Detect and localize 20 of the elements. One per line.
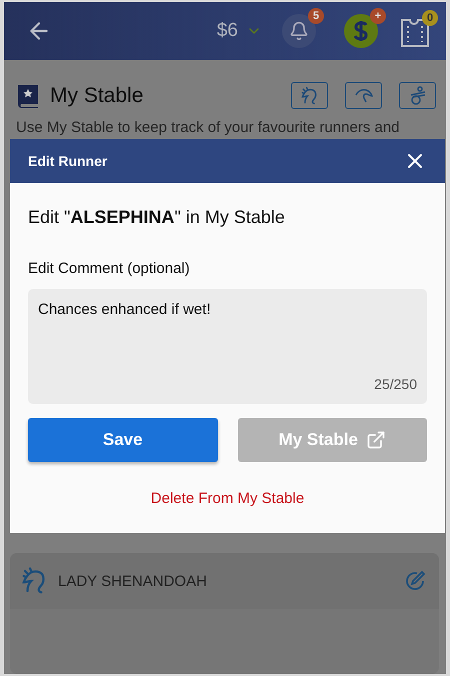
page-description: Use My Stable to keep track of your favourite runners and bbox=[16, 119, 401, 137]
book-icon bbox=[16, 82, 40, 108]
comment-label: Edit Comment (optional) bbox=[28, 260, 191, 277]
dialog-title: Edit Runner bbox=[28, 153, 108, 169]
page-title: My Stable bbox=[50, 84, 144, 108]
character-counter: 25/250 bbox=[374, 376, 417, 392]
delete-link[interactable]: Delete From My Stable bbox=[150, 490, 304, 507]
notification-badge: 5 bbox=[308, 8, 324, 24]
ticket-badge: 0 bbox=[422, 10, 438, 26]
bell-icon bbox=[289, 21, 309, 41]
external-link-icon bbox=[366, 430, 386, 450]
save-button[interactable]: Save bbox=[28, 418, 218, 462]
dollar-icon bbox=[354, 20, 368, 42]
balance-amount[interactable]: $6 bbox=[216, 20, 238, 42]
wallet-badge: + bbox=[370, 8, 386, 24]
dialog-heading: Edit "ALSEPHINA" in My Stable bbox=[28, 207, 286, 228]
comment-field[interactable]: Chances enhanced if wet! 25/250 bbox=[28, 289, 427, 404]
runner-name: LADY SHENANDOAH bbox=[58, 572, 208, 590]
edit-icon bbox=[403, 569, 427, 593]
edit-button[interactable] bbox=[403, 569, 427, 593]
